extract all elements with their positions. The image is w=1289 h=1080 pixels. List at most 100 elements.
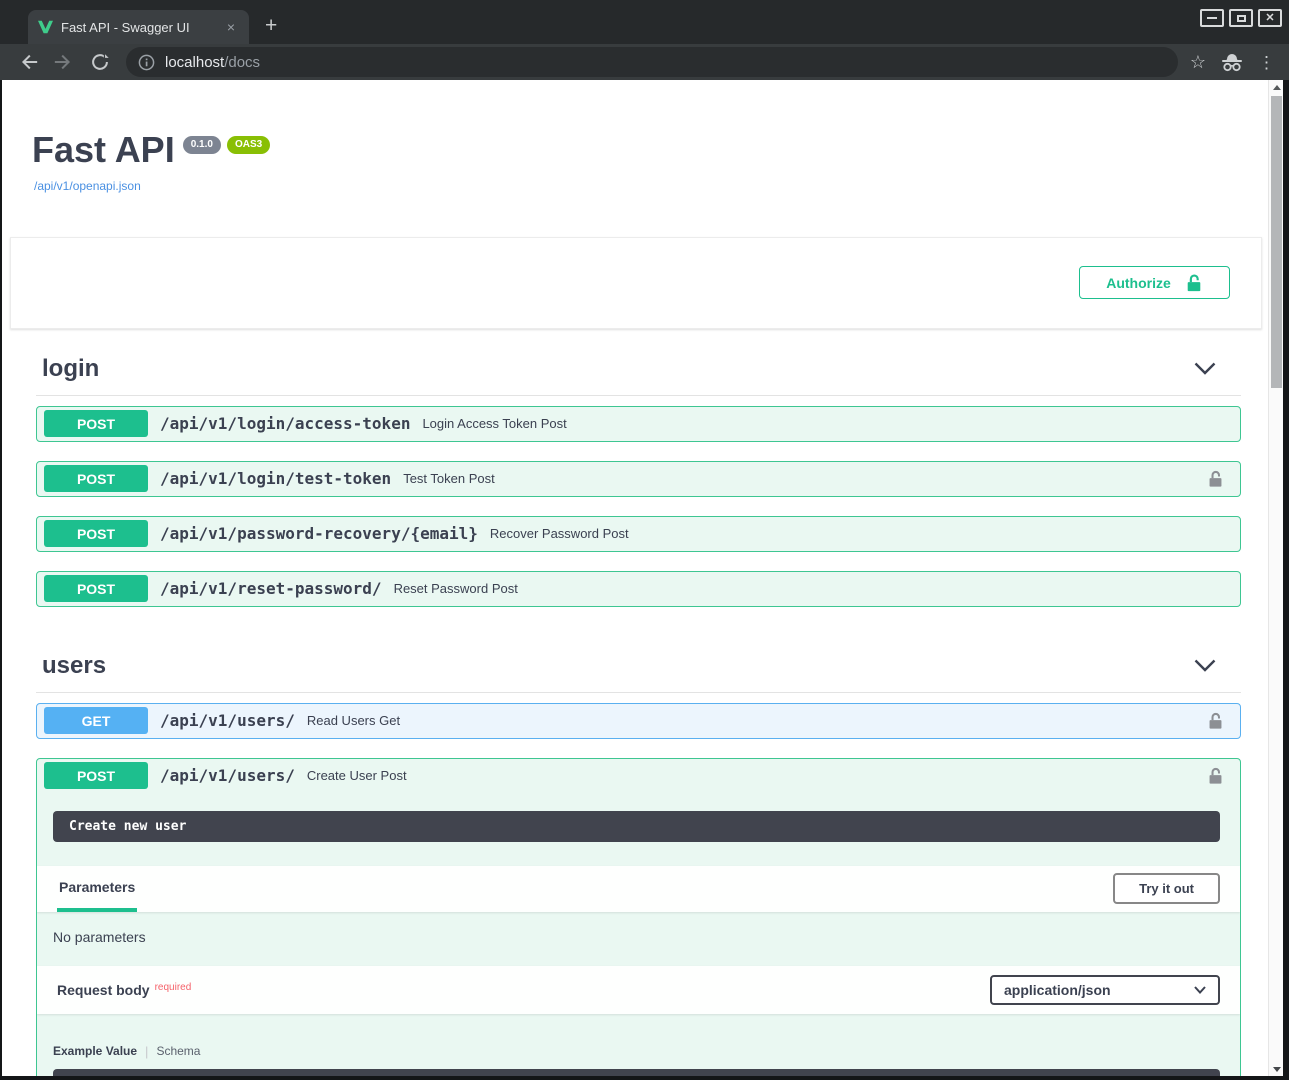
tab-schema[interactable]: Schema — [156, 1044, 200, 1058]
operation-path: /api/v1/users/ — [160, 766, 295, 785]
authorize-label: Authorize — [1106, 275, 1171, 291]
method-badge[interactable]: GET — [44, 707, 148, 734]
oas3-badge: OAS3 — [227, 136, 270, 154]
chevron-down-icon — [1194, 986, 1206, 994]
maximize-icon — [1237, 15, 1246, 22]
window-controls: ✕ — [1200, 9, 1282, 27]
swagger-page: Fast API 0.1.0 OAS3 /api/v1/openapi.json… — [2, 80, 1268, 1076]
operation-summary: Create User Post — [307, 768, 1207, 783]
section-title: users — [42, 652, 106, 680]
minimize-button[interactable] — [1200, 9, 1224, 27]
operation-list: GET /api/v1/users/ Read Users Get — [36, 693, 1241, 1076]
tabs-separator: | — [145, 1044, 148, 1059]
scrollbar-thumb[interactable] — [1271, 96, 1282, 388]
opblock-password-recovery[interactable]: POST /api/v1/password-recovery/{email} R… — [36, 516, 1241, 552]
incognito-icon[interactable] — [1220, 51, 1244, 73]
opblock-read-users[interactable]: GET /api/v1/users/ Read Users Get — [36, 703, 1241, 739]
close-button[interactable]: ✕ — [1258, 9, 1282, 27]
scheme-container: Authorize — [10, 237, 1262, 329]
chevron-down-icon[interactable] — [1194, 362, 1216, 375]
opblock-create-user[interactable]: POST /api/v1/users/ Create User Post Cre… — [36, 758, 1241, 1076]
operation-summary: Read Users Get — [307, 713, 1207, 728]
padlock-icon — [1207, 766, 1224, 786]
request-body-text: Request body — [57, 982, 150, 998]
parameters-header-bar: Parameters Try it out — [37, 866, 1240, 912]
site-info-icon[interactable] — [138, 54, 155, 71]
tab-example-value[interactable]: Example Value — [53, 1044, 137, 1058]
browser-tab[interactable]: Fast API - Swagger UI × — [28, 10, 249, 44]
media-type-select[interactable]: application/json — [990, 975, 1220, 1005]
close-icon: ✕ — [1265, 13, 1274, 24]
browser-titlebar: Fast API - Swagger UI × + ✕ — [0, 0, 1289, 44]
maximize-button[interactable] — [1229, 9, 1253, 27]
example-code-block[interactable]: { — [53, 1069, 1220, 1076]
url-path: /docs — [224, 54, 260, 71]
tab-title: Fast API - Swagger UI — [61, 20, 215, 35]
section-users: users GET /api/v1/users/ Read Users Get — [36, 626, 1241, 1076]
operation-summary: Recover Password Post — [490, 526, 1230, 541]
tab-close-icon[interactable]: × — [223, 19, 239, 35]
operation-path: /api/v1/login/test-token — [160, 469, 391, 488]
toolbar-actions: ☆ ⋮ — [1190, 51, 1275, 73]
example-area: Example Value | Schema { — [37, 1014, 1240, 1076]
url-host: localhost — [165, 54, 224, 71]
section-title: login — [42, 355, 99, 383]
operation-description: Create new user — [53, 811, 1220, 842]
media-type-value: application/json — [1004, 982, 1111, 998]
operation-path: /api/v1/users/ — [160, 711, 295, 730]
operation-path: /api/v1/reset-password/ — [160, 579, 382, 598]
opblock-login-test-token[interactable]: POST /api/v1/login/test-token Test Token… — [36, 461, 1241, 497]
operation-summary: Reset Password Post — [394, 581, 1230, 596]
no-parameters-text: No parameters — [37, 912, 1240, 966]
page-viewport: Fast API 0.1.0 OAS3 /api/v1/openapi.json… — [2, 80, 1283, 1076]
swagger-favicon-icon — [38, 20, 53, 34]
page-title: Fast API — [32, 130, 175, 170]
section-users-header[interactable]: users — [36, 626, 1241, 693]
page-scrollbar[interactable] — [1268, 80, 1283, 1076]
browser-toolbar: localhost/docs ☆ ⋮ — [0, 44, 1289, 80]
method-badge[interactable]: POST — [44, 575, 148, 602]
model-example-tabs: Example Value | Schema — [53, 1044, 1220, 1059]
method-badge[interactable]: POST — [44, 410, 148, 437]
api-badges: 0.1.0 OAS3 — [183, 136, 270, 154]
bookmark-star-icon[interactable]: ☆ — [1190, 53, 1206, 71]
new-tab-button[interactable]: + — [265, 15, 277, 36]
operation-summary: Test Token Post — [403, 471, 1207, 486]
padlock-icon — [1207, 711, 1224, 731]
section-login-header[interactable]: login — [36, 329, 1241, 396]
opblock-login-access-token[interactable]: POST /api/v1/login/access-token Login Ac… — [36, 406, 1241, 442]
operation-path: /api/v1/password-recovery/{email} — [160, 524, 478, 543]
opblock-reset-password[interactable]: POST /api/v1/reset-password/ Reset Passw… — [36, 571, 1241, 607]
request-body-label: Request body required — [57, 982, 191, 998]
url-text[interactable]: localhost/docs — [165, 54, 260, 71]
menu-dots-icon[interactable]: ⋮ — [1258, 54, 1275, 71]
operation-summary: Login Access Token Post — [422, 416, 1230, 431]
auth-lock-button[interactable] — [1207, 766, 1224, 786]
auth-lock-button[interactable] — [1207, 711, 1224, 731]
minimize-icon — [1207, 17, 1217, 19]
scrollbar-up-arrow[interactable] — [1269, 80, 1283, 94]
padlock-icon — [1207, 469, 1224, 489]
operation-path: /api/v1/login/access-token — [160, 414, 410, 433]
authorize-button[interactable]: Authorize — [1079, 266, 1230, 299]
operation-list: POST /api/v1/login/access-token Login Ac… — [36, 396, 1241, 607]
operation-body: Create new user Parameters Try it out No… — [37, 793, 1240, 1076]
try-it-out-button[interactable]: Try it out — [1113, 873, 1220, 904]
tab-parameters[interactable]: Parameters — [57, 866, 137, 912]
method-badge[interactable]: POST — [44, 465, 148, 492]
api-header: Fast API 0.1.0 OAS3 /api/v1/openapi.json — [2, 80, 1268, 195]
section-login: login POST /api/v1/login/access-token Lo… — [36, 329, 1241, 607]
method-badge[interactable]: POST — [44, 762, 148, 789]
method-badge[interactable]: POST — [44, 520, 148, 547]
forward-button[interactable] — [53, 51, 75, 73]
request-body-header-bar: Request body required application/json — [37, 966, 1240, 1014]
chevron-down-icon[interactable] — [1194, 659, 1216, 672]
auth-lock-button[interactable] — [1207, 469, 1224, 489]
scrollbar-down-arrow[interactable] — [1269, 1062, 1283, 1076]
back-button[interactable] — [17, 51, 39, 73]
openapi-spec-link[interactable]: /api/v1/openapi.json — [32, 179, 141, 193]
required-flag: required — [155, 982, 192, 993]
reload-button[interactable] — [89, 51, 111, 73]
unlocked-padlock-icon — [1185, 273, 1203, 293]
url-bar[interactable]: localhost/docs — [126, 47, 1178, 77]
